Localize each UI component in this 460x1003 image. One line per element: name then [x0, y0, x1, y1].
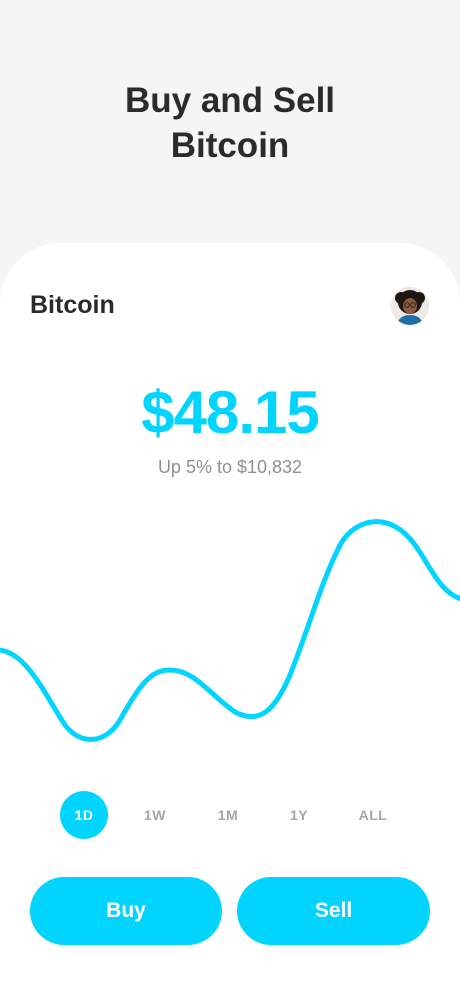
- screen-title: Bitcoin: [30, 291, 115, 319]
- time-range-selector: 1D 1W 1M 1Y ALL: [0, 791, 460, 839]
- price-change: Up 5% to $10,832: [157, 457, 303, 477]
- user-avatar-icon: [391, 287, 429, 325]
- promo-title-line2: Bitcoin: [170, 126, 290, 165]
- sell-button[interactable]: Sell: [237, 877, 430, 945]
- range-1d[interactable]: 1D: [60, 791, 108, 839]
- promo-title: Buy and Sell Bitcoin: [0, 78, 460, 168]
- phone-screen: Bitcoin $48.15 Up 5% to $10,832 1D 1W 1M…: [0, 243, 460, 1003]
- range-1m[interactable]: 1M: [204, 791, 252, 839]
- range-all[interactable]: ALL: [349, 791, 397, 839]
- price-chart: [0, 519, 460, 742]
- range-1y[interactable]: 1Y: [275, 791, 323, 839]
- balance-amount: $48.15: [141, 379, 320, 446]
- range-1w[interactable]: 1W: [131, 791, 179, 839]
- profile-avatar[interactable]: [391, 287, 429, 325]
- buy-button[interactable]: Buy: [30, 877, 222, 945]
- promo-title-line1: Buy and Sell: [124, 81, 336, 120]
- price-line: [0, 519, 460, 742]
